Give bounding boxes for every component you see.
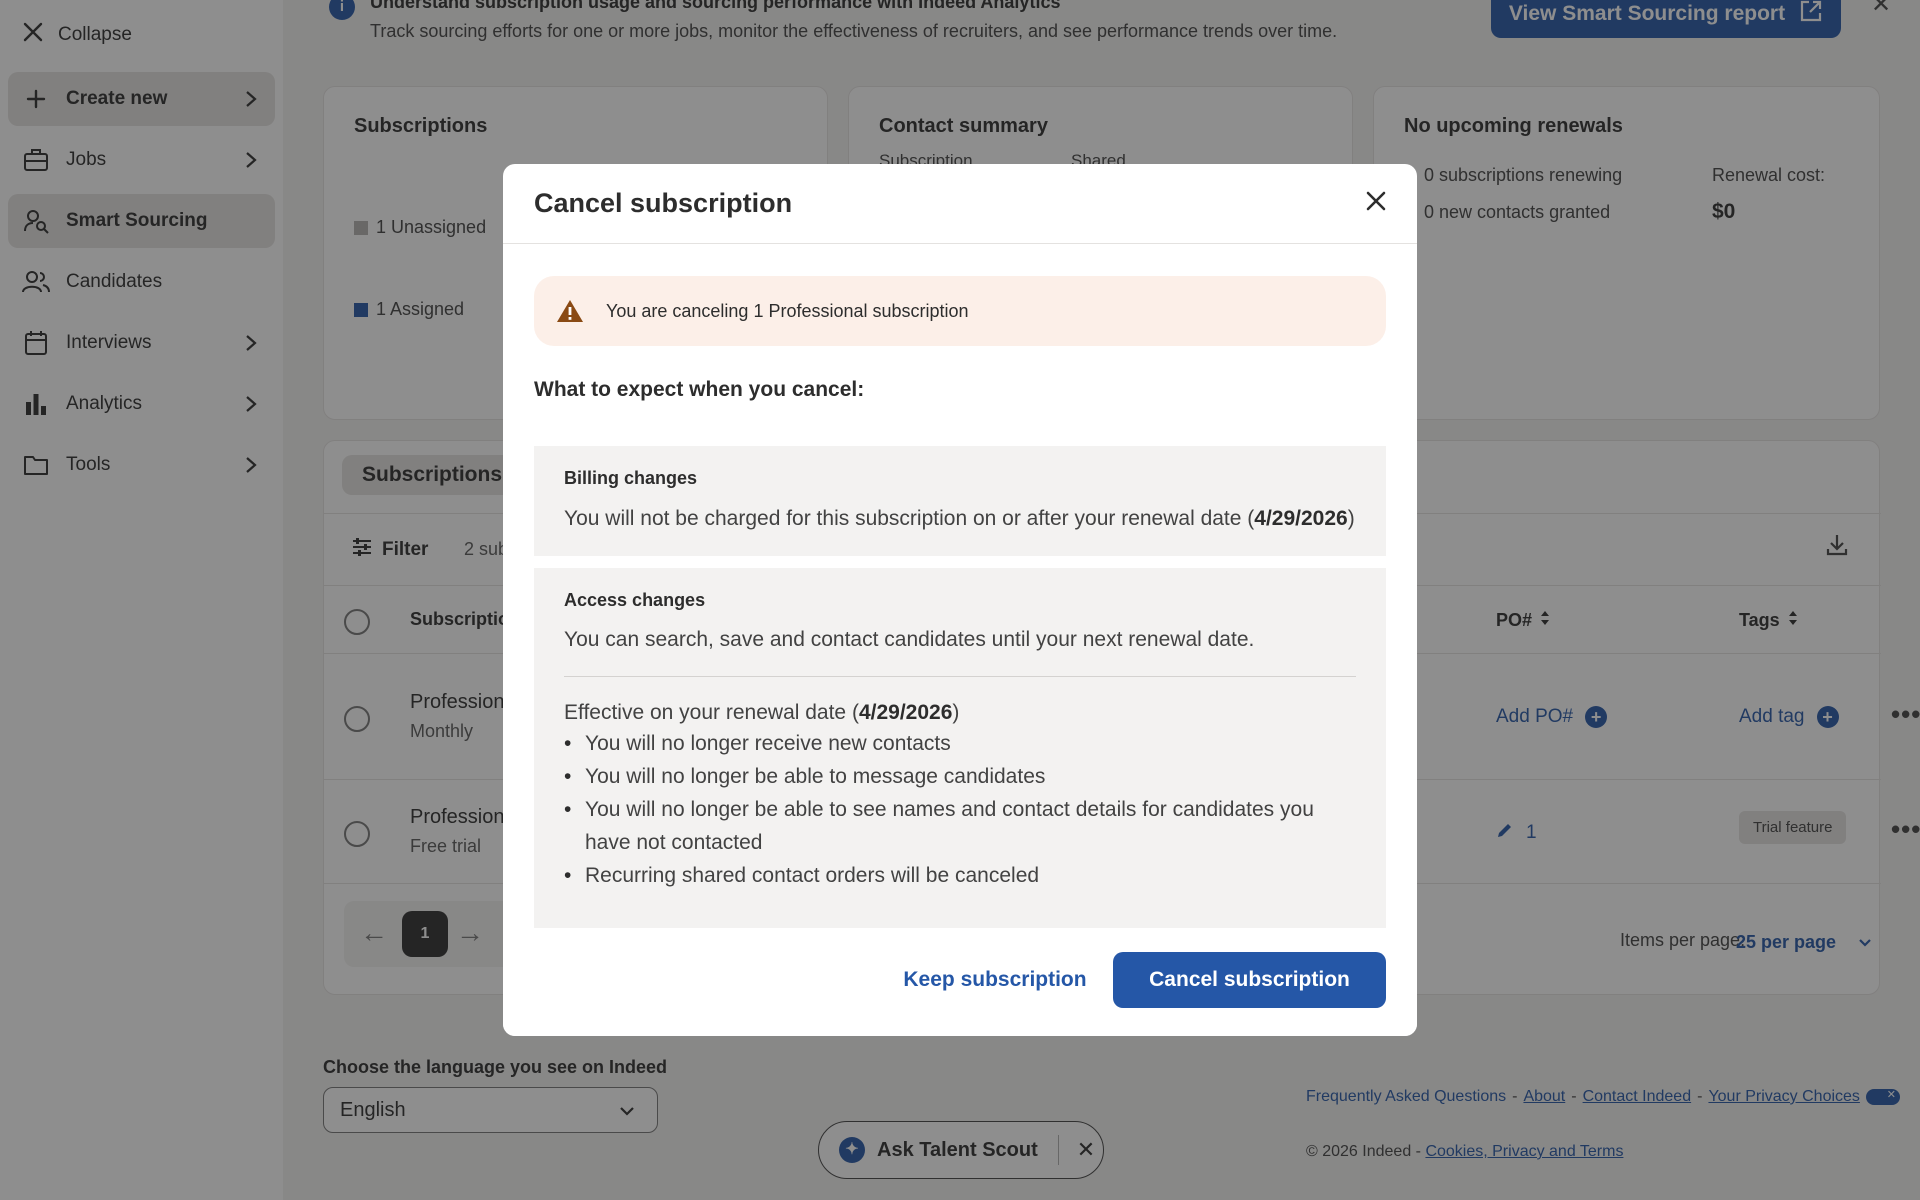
effective-text: Effective on your renewal date (4/29/202… [564, 701, 960, 724]
list-item: Recurring shared contact orders will be … [564, 859, 1356, 892]
warning-banner: You are canceling 1 Professional subscri… [534, 276, 1386, 346]
access-bullets: You will no longer receive new contacts … [564, 727, 1356, 892]
list-item: You will no longer be able to see names … [564, 793, 1356, 859]
list-item: You will no longer receive new contacts [564, 727, 1356, 760]
divider [564, 676, 1356, 677]
dialog-header: Cancel subscription [503, 164, 1417, 244]
dialog-title: Cancel subscription [534, 188, 793, 218]
list-item: You will no longer be able to message ca… [564, 760, 1356, 793]
access-heading: Access changes [564, 590, 706, 610]
dialog-footer: Keep subscription Cancel subscription [503, 928, 1417, 1036]
billing-text: You will not be charged for this subscri… [564, 507, 1355, 530]
billing-heading: Billing changes [564, 468, 698, 488]
billing-changes-section: Billing changes You will not be charged … [534, 446, 1386, 556]
cancel-subscription-button[interactable]: Cancel subscription [1113, 952, 1386, 1008]
expect-heading: What to expect when you cancel: [534, 378, 865, 401]
cancel-subscription-dialog: Cancel subscription You are canceling 1 … [503, 164, 1417, 1036]
keep-subscription-button[interactable]: Keep subscription [885, 952, 1105, 1008]
access-text: You can search, save and contact candida… [564, 628, 1255, 651]
close-icon[interactable] [1365, 186, 1387, 220]
warning-icon [557, 300, 583, 322]
access-changes-section: Access changes You can search, save and … [534, 568, 1386, 932]
